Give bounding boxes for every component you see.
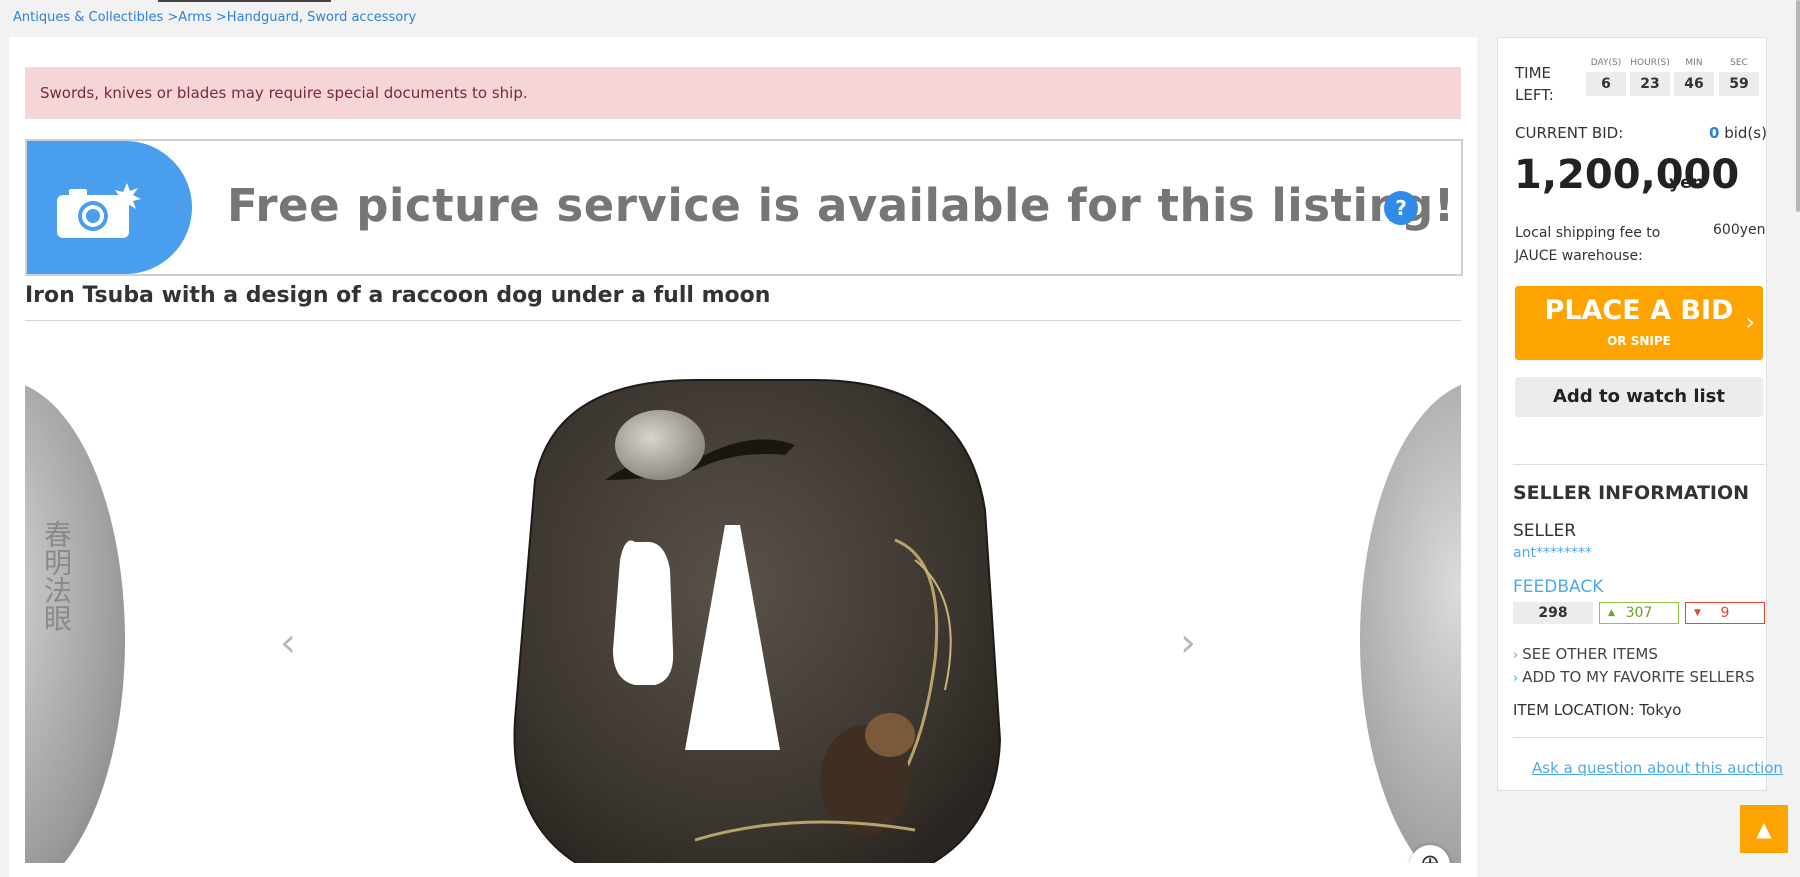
add-favorite-seller-link[interactable]: › ADD TO MY FAVORITE SELLERS: [1513, 668, 1755, 686]
timer-minutes-label: MIN: [1685, 58, 1703, 68]
feedback-link[interactable]: FEEDBACK: [1513, 577, 1603, 597]
feedback-positive-count: 307: [1625, 605, 1653, 621]
time-left-label: TIME LEFT:: [1515, 64, 1554, 104]
timer-seconds: SEC 59: [1719, 58, 1759, 96]
main-item-image[interactable]: [495, 360, 1015, 863]
timer-days: DAY(S) 6: [1586, 58, 1626, 96]
chevron-right-icon: ›: [1513, 671, 1519, 686]
item-title: Iron Tsuba with a design of a raccoon do…: [25, 283, 771, 308]
timer-minutes: MIN 46: [1674, 58, 1714, 96]
breadcrumb-item-antiques[interactable]: Antiques & Collectibles: [13, 10, 163, 25]
feedback-total: 298: [1513, 602, 1593, 624]
see-other-items-link[interactable]: › SEE OTHER ITEMS: [1513, 645, 1658, 663]
banner-text: Free picture service is available for th…: [227, 179, 1455, 232]
timer-days-value: 6: [1586, 72, 1626, 96]
see-other-items-label: SEE OTHER ITEMS: [1522, 645, 1658, 663]
breadcrumb: Antiques & Collectibles >Arms >Handguard…: [13, 10, 416, 25]
banner-icon-area: [27, 141, 192, 274]
chevron-left-icon[interactable]: ‹: [280, 620, 296, 666]
shipping-alert: Swords, knives or blades may require spe…: [25, 67, 1461, 119]
timer-days-label: DAY(S): [1590, 58, 1622, 68]
chevron-right-icon: ›: [1745, 308, 1755, 336]
section-divider: [1513, 737, 1765, 738]
breadcrumb-item-arms[interactable]: Arms: [178, 10, 211, 25]
place-bid-button[interactable]: PLACE A BID OR SNIPE ›: [1515, 286, 1763, 360]
engraving-text: 春明法眼: [40, 520, 73, 632]
arrow-down-icon: ▼: [1694, 608, 1701, 618]
arrow-up-icon: ▲: [1608, 608, 1615, 618]
next-image[interactable]: [1360, 380, 1461, 863]
add-favorite-seller-label: ADD TO MY FAVORITE SELLERS: [1522, 668, 1755, 686]
add-to-watch-list-button[interactable]: Add to watch list: [1515, 377, 1763, 417]
camera-icon: [57, 183, 141, 238]
timer-hours-label: HOUR(S): [1630, 58, 1670, 68]
timer-hours-value: 23: [1630, 72, 1670, 96]
free-picture-banner[interactable]: Free picture service is available for th…: [25, 139, 1463, 276]
current-bid-label: CURRENT BID:: [1515, 124, 1624, 142]
breadcrumb-separator: >: [215, 10, 227, 25]
price-unit: yen: [1669, 173, 1704, 193]
place-bid-label: PLACE A BID: [1544, 295, 1734, 326]
feedback-negative-count: 9: [1720, 605, 1730, 621]
timer-hours: HOUR(S) 23: [1630, 58, 1670, 96]
top-tab-underline: [158, 0, 331, 2]
seller-name-link[interactable]: ant********: [1513, 545, 1592, 561]
timer-seconds-label: SEC: [1730, 58, 1748, 68]
bid-count-number[interactable]: 0: [1709, 124, 1719, 142]
feedback-positive: ▲ 307: [1599, 602, 1679, 624]
bid-count-suffix: bid(s): [1724, 124, 1767, 142]
shipping-fee-label: Local shipping fee to JAUCE warehouse:: [1515, 225, 1661, 264]
current-price: 1,200,000: [1514, 152, 1740, 198]
scrollbar-thumb[interactable]: [1796, 0, 1800, 212]
breadcrumb-separator: >: [167, 10, 179, 25]
timer-seconds-value: 59: [1719, 72, 1759, 96]
item-location: ITEM LOCATION: Tokyo: [1513, 701, 1682, 719]
scroll-to-top-button[interactable]: ▲: [1740, 805, 1788, 853]
seller-label: SELLER: [1513, 521, 1577, 541]
or-snipe-label: OR SNIPE: [1607, 334, 1671, 348]
feedback-negative: ▼ 9: [1685, 602, 1765, 624]
alert-text: Swords, knives or blades may require spe…: [40, 84, 528, 102]
help-icon[interactable]: ?: [1384, 191, 1418, 225]
seller-information-heading: SELLER INFORMATION: [1513, 482, 1750, 504]
image-gallery: 春明法眼 ‹ › ⊕: [25, 340, 1461, 863]
timer-minutes-value: 46: [1674, 72, 1714, 96]
previous-image[interactable]: 春明法眼: [25, 380, 125, 863]
shipping-fee-value: 600yen: [1713, 222, 1766, 238]
bid-count: 0 bid(s): [1709, 124, 1767, 142]
chevron-right-icon[interactable]: ›: [1180, 620, 1196, 666]
breadcrumb-item-handguard[interactable]: Handguard, Sword accessory: [227, 10, 416, 25]
ask-question-link[interactable]: Ask a question about this auction: [1532, 759, 1783, 777]
title-divider: [25, 320, 1461, 321]
chevron-right-icon: ›: [1513, 648, 1519, 663]
section-divider: [1513, 464, 1765, 465]
